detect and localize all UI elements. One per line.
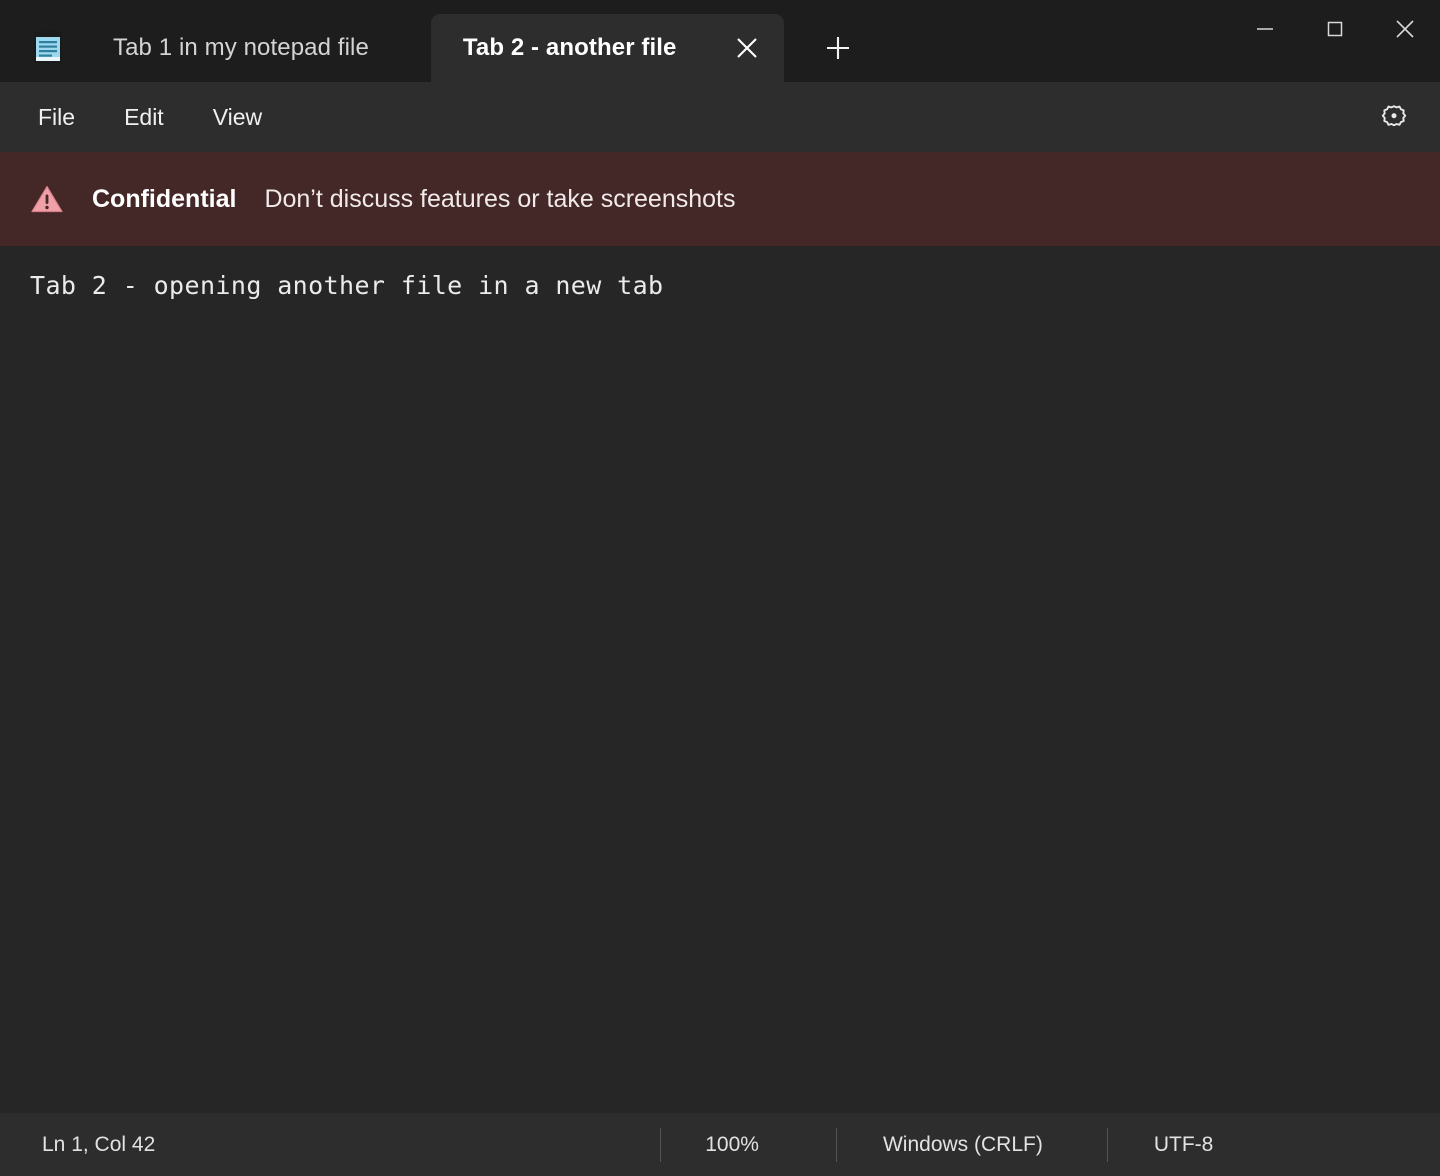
- zoom-level-status[interactable]: 100%: [705, 1113, 759, 1176]
- window-controls: [1230, 0, 1440, 58]
- close-icon[interactable]: [1370, 0, 1440, 58]
- maximize-icon[interactable]: [1300, 0, 1370, 58]
- tab-item-2[interactable]: Tab 2 - another file: [431, 14, 785, 82]
- confidential-banner: Confidential Don’t discuss features or t…: [0, 152, 1440, 246]
- menu-item-file[interactable]: File: [16, 95, 97, 140]
- menu-item-view[interactable]: View: [191, 95, 284, 140]
- warning-triangle-icon: [30, 182, 64, 216]
- gear-icon[interactable]: [1370, 93, 1418, 141]
- status-divider: [660, 1128, 661, 1162]
- notepad-icon: [25, 24, 71, 70]
- status-divider: [1107, 1128, 1108, 1162]
- tab-item-1[interactable]: Tab 1 in my notepad file: [79, 14, 403, 82]
- close-icon[interactable]: [724, 25, 770, 71]
- notepad-window: Tab 1 in my notepad file Tab 2 - another…: [0, 0, 1440, 1176]
- tab-title: Tab 1 in my notepad file: [113, 34, 369, 62]
- editor-content[interactable]: Tab 2 - opening another file in a new ta…: [30, 268, 1410, 304]
- line-ending-status[interactable]: Windows (CRLF): [883, 1113, 1043, 1176]
- status-divider: [836, 1128, 837, 1162]
- menu-bar: File Edit View: [0, 82, 1440, 152]
- caret-position-status[interactable]: Ln 1, Col 42: [42, 1113, 155, 1176]
- title-bar: Tab 1 in my notepad file Tab 2 - another…: [0, 0, 1440, 82]
- banner-message: Don’t discuss features or take screensho…: [264, 185, 735, 214]
- tab-title: Tab 2 - another file: [463, 34, 677, 62]
- menu-item-edit[interactable]: Edit: [102, 95, 186, 140]
- status-bar: Ln 1, Col 42 100% Windows (CRLF) UTF-8: [0, 1113, 1440, 1176]
- minimize-icon[interactable]: [1230, 0, 1300, 58]
- encoding-status[interactable]: UTF-8: [1154, 1113, 1214, 1176]
- text-editor-area[interactable]: Tab 2 - opening another file in a new ta…: [0, 246, 1440, 1113]
- banner-title: Confidential: [92, 185, 236, 214]
- plus-icon[interactable]: [812, 22, 864, 74]
